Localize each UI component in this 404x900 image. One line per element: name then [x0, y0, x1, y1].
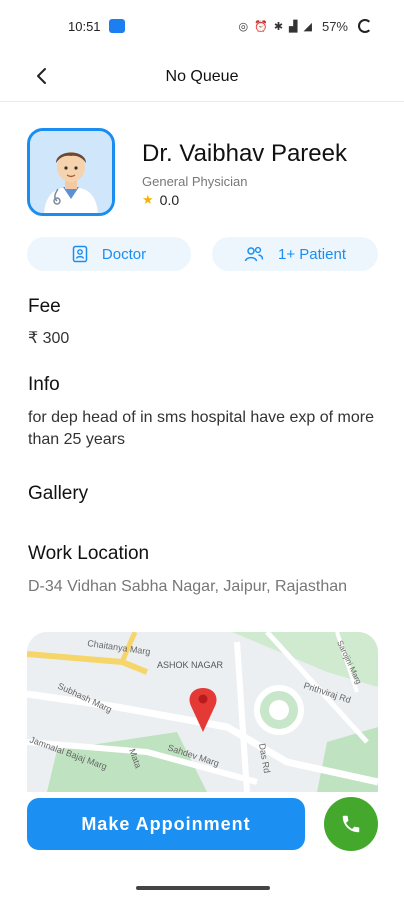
chevron-left-icon — [37, 68, 46, 84]
doctor-profile: Dr. Vaibhav Pareek General Physician ★ 0… — [27, 128, 384, 220]
work-location-title: Work Location — [28, 543, 150, 564]
signal-icon: ▟ — [289, 20, 298, 33]
gallery-title: Gallery — [28, 483, 89, 504]
fee-title: Fee — [28, 296, 61, 317]
battery-percent: 57% — [321, 18, 348, 34]
doctor-avatar — [27, 128, 115, 216]
alarm-icon: ⏰ — [254, 20, 268, 33]
battery-icon — [358, 19, 372, 33]
bluetooth-icon: ✱ — [273, 20, 284, 33]
cloud-app-icon — [108, 19, 125, 33]
id-badge-icon — [72, 245, 88, 263]
status-bar: 10:51 ◎ ⏰ ✱ ▟ ◢ 57% — [0, 0, 404, 52]
back-button[interactable] — [26, 60, 58, 92]
home-indicator[interactable] — [136, 886, 270, 890]
map-label: ASHOK NAGAR — [157, 660, 224, 670]
location-map[interactable]: Chaitanya Marg ASHOK NAGAR Sarojini Marg… — [27, 632, 378, 792]
call-button[interactable] — [324, 797, 378, 851]
wifi-signal-icon: ◢ — [303, 20, 312, 33]
star-icon: ★ — [142, 192, 154, 207]
doctor-tag[interactable]: Doctor — [27, 237, 191, 271]
phone-icon — [342, 815, 360, 833]
page-title: No Queue — [165, 67, 239, 85]
hotspot-icon: ◎ — [238, 20, 249, 33]
status-icons: ◎ ⏰ ✱ ▟ ◢ 57% — [238, 18, 372, 34]
doctor-tag-label: Doctor — [101, 245, 147, 263]
users-icon — [244, 246, 264, 262]
doctor-specialty: General Physician — [142, 174, 248, 189]
info-title: Info — [28, 374, 60, 395]
app-header: No Queue — [0, 52, 404, 102]
work-location-address: D-34 Vidhan Sabha Nagar, Jaipur, Rajasth… — [28, 578, 348, 595]
fee-value: ₹ 300 — [28, 330, 70, 347]
make-appointment-button[interactable]: Make Appoinment — [27, 798, 305, 850]
rating-value: 0.0 — [159, 192, 180, 208]
doctor-name: Dr. Vaibhav Pareek — [142, 140, 347, 167]
doctor-rating: ★ 0.0 — [142, 192, 179, 208]
patient-tag-label: 1+ Patient — [278, 245, 346, 263]
status-time: 10:51 — [68, 18, 101, 34]
patient-tag[interactable]: 1+ Patient — [212, 237, 378, 271]
info-text: for dep head of in sms hospital have exp… — [28, 409, 374, 448]
